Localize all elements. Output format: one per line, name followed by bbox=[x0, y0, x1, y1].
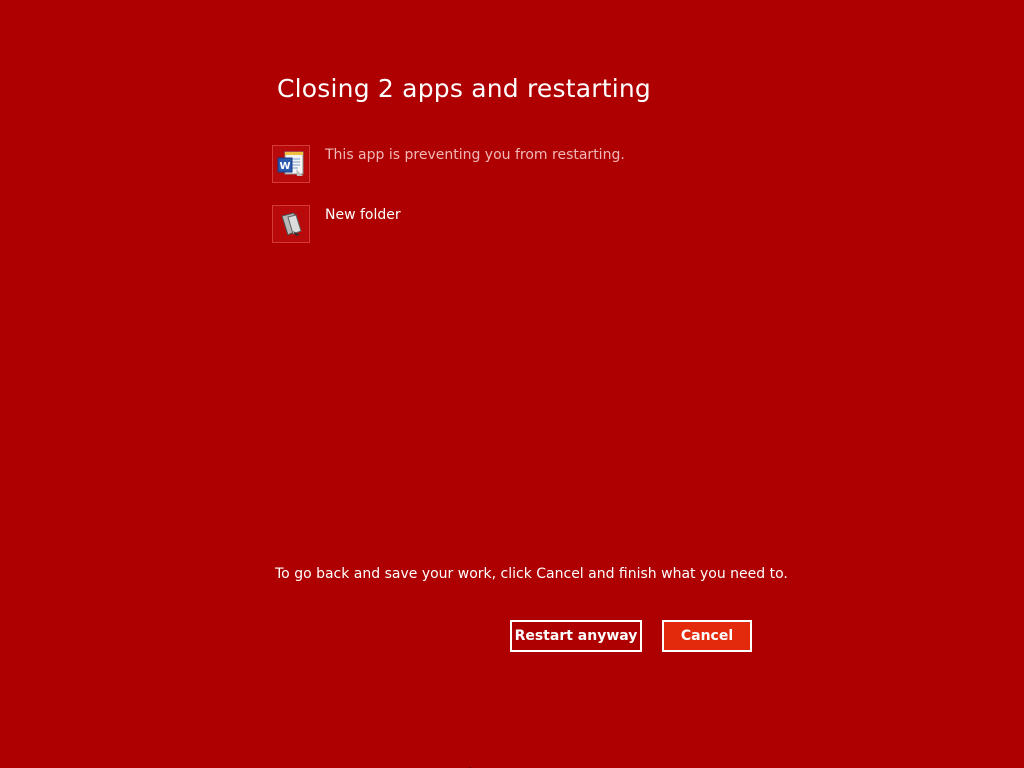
app-list-item-folder: New folder bbox=[272, 205, 401, 243]
folder-icon bbox=[272, 205, 310, 243]
instruction-text: To go back and save your work, click Can… bbox=[275, 566, 788, 582]
mouse-cursor-icon bbox=[469, 760, 479, 768]
restart-anyway-button[interactable]: Restart anyway bbox=[510, 620, 642, 652]
page-title: Closing 2 apps and restarting bbox=[277, 74, 651, 103]
cancel-button[interactable]: Cancel bbox=[662, 620, 752, 652]
app-list-item-label: This app is preventing you from restarti… bbox=[325, 147, 625, 163]
svg-text:W: W bbox=[279, 161, 290, 172]
word-document-icon: W bbox=[272, 145, 310, 183]
restart-screen: Closing 2 apps and restarting W This app… bbox=[0, 0, 1024, 768]
app-list-item-word: W This app is preventing you from restar… bbox=[272, 145, 625, 183]
app-list-item-label: New folder bbox=[325, 207, 401, 223]
